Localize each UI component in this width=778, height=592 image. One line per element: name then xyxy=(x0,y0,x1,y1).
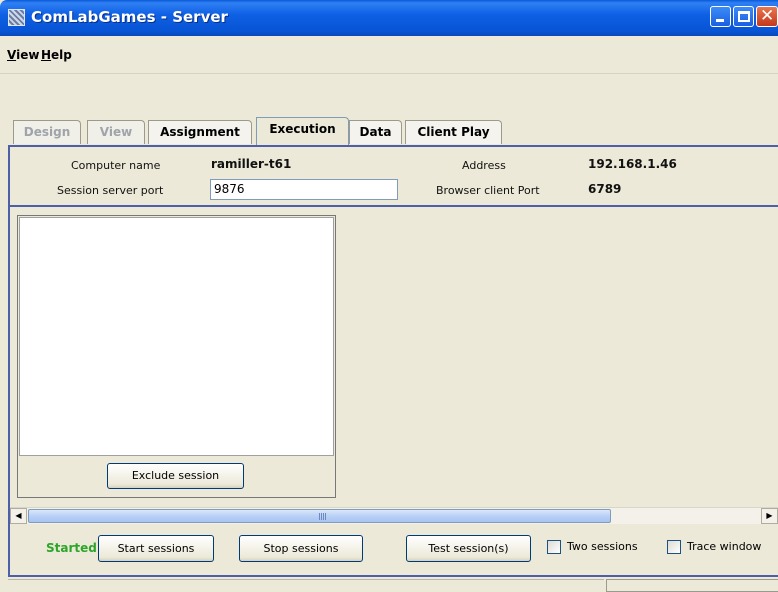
tab-data[interactable]: Data xyxy=(349,120,402,144)
arrow-left-icon: ◀ xyxy=(15,511,22,520)
tab-design[interactable]: Design xyxy=(13,120,81,144)
close-icon: ✕ xyxy=(760,6,775,26)
session-panel: Exclude session xyxy=(17,215,336,498)
computer-name-label: Computer name xyxy=(71,159,161,172)
scroll-right-button[interactable]: ▶ xyxy=(761,508,778,524)
trace-window-checkbox[interactable] xyxy=(667,540,681,554)
computer-name-value: ramiller-t61 xyxy=(211,157,292,171)
status-label: Started xyxy=(46,541,97,555)
tab-client-play[interactable]: Client Play xyxy=(405,120,502,144)
two-sessions-label: Two sessions xyxy=(567,540,638,553)
status-bar xyxy=(0,577,778,592)
scroll-thumb[interactable] xyxy=(28,509,611,523)
grip-icon xyxy=(319,513,326,520)
menu-help-mnemonic: H xyxy=(41,48,52,62)
minimize-button[interactable] xyxy=(710,6,731,27)
menu-view[interactable]: View xyxy=(7,48,39,62)
maximize-icon xyxy=(738,11,750,22)
browser-port-label: Browser client Port xyxy=(436,184,540,197)
tab-assignment[interactable]: Assignment xyxy=(148,120,252,144)
session-list[interactable] xyxy=(19,217,334,456)
session-controls: Started Start sessions Stop sessions Tes… xyxy=(10,525,778,575)
tab-bar: Design View Assignment Execution Data Cl… xyxy=(0,74,778,146)
menu-view-mnemonic: V xyxy=(7,48,17,62)
start-sessions-button[interactable]: Start sessions xyxy=(98,535,214,562)
two-sessions-checkbox[interactable] xyxy=(547,540,561,554)
test-sessions-button[interactable]: Test session(s) xyxy=(406,535,531,562)
status-field-right xyxy=(606,579,778,592)
close-button[interactable]: ✕ xyxy=(756,6,778,27)
session-port-label: Session server port xyxy=(57,184,164,197)
exclude-session-button[interactable]: Exclude session xyxy=(107,463,244,489)
window-title: ComLabGames - Server xyxy=(31,8,228,26)
address-value: 192.168.1.46 xyxy=(588,157,677,171)
scroll-left-button[interactable]: ◀ xyxy=(10,508,27,524)
menu-view-label: iew xyxy=(16,48,40,62)
app-icon xyxy=(8,9,25,26)
sessions-area: Exclude session xyxy=(10,209,778,509)
address-label: Address xyxy=(462,159,506,172)
stop-sessions-button[interactable]: Stop sessions xyxy=(239,535,363,562)
trace-window-label: Trace window xyxy=(687,540,762,553)
tab-view[interactable]: View xyxy=(87,120,145,144)
menu-help-label: elp xyxy=(51,48,72,62)
horizontal-scrollbar[interactable]: ◀ ▶ xyxy=(10,507,778,524)
server-info-panel: Computer name ramiller-t61 Address 192.1… xyxy=(10,147,778,207)
title-bar[interactable]: ComLabGames - Server ✕ xyxy=(0,0,778,36)
menu-bar: View Help xyxy=(0,36,778,74)
arrow-right-icon: ▶ xyxy=(766,511,773,520)
minimize-icon xyxy=(716,19,724,22)
menu-help[interactable]: Help xyxy=(41,48,72,62)
maximize-button[interactable] xyxy=(733,6,754,27)
session-port-input[interactable]: 9876 xyxy=(210,179,398,200)
execution-panel: Computer name ramiller-t61 Address 192.1… xyxy=(8,145,778,577)
status-field-main xyxy=(8,579,604,592)
tab-execution[interactable]: Execution xyxy=(256,117,349,145)
browser-port-value: 6789 xyxy=(588,182,622,196)
